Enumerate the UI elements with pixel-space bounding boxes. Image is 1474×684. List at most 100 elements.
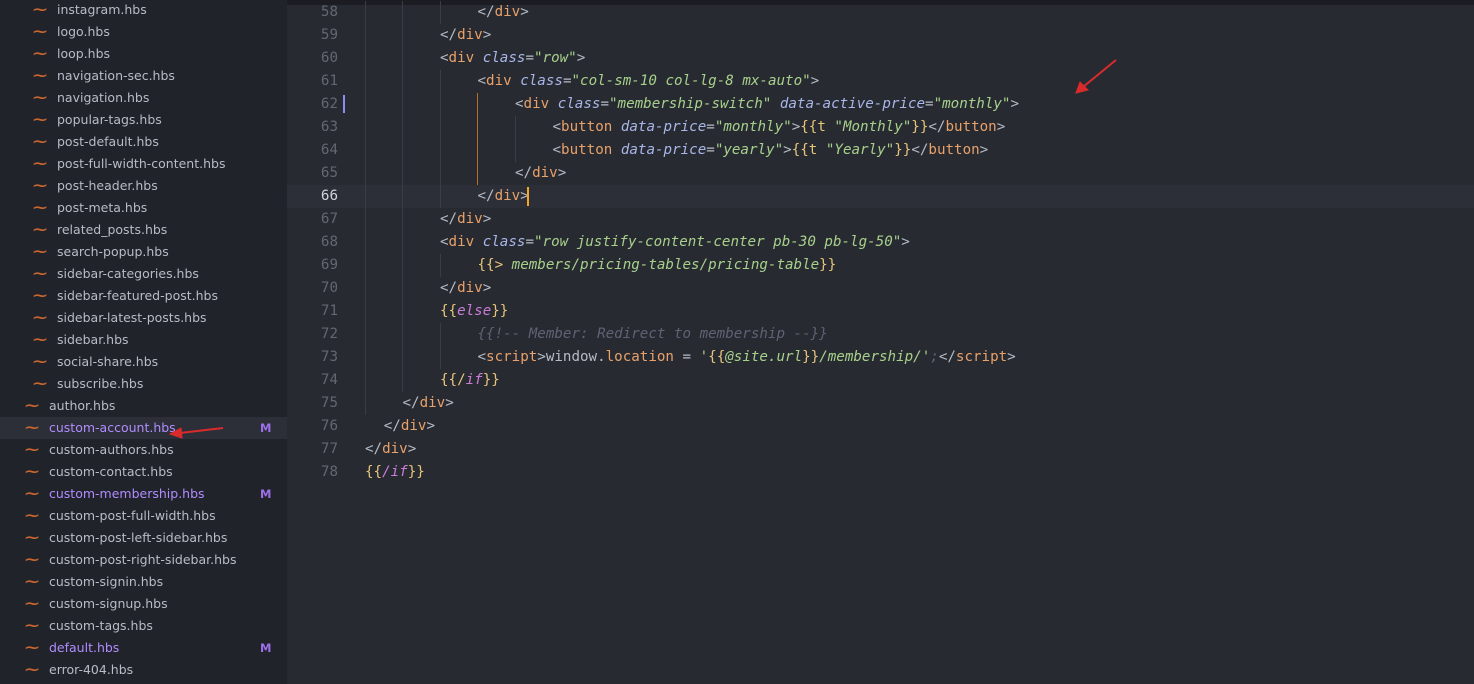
code-token: data-price [620,142,707,158]
file-name: search-popup.hbs [57,244,169,259]
code-line[interactable]: 63 <button data-price="monthly">{{t "Mont… [287,116,1474,139]
code-token: }} [491,303,509,319]
file-tree-item[interactable]: ⁓ popular-tags.hbs [0,109,287,131]
code-token: }} [819,257,837,273]
file-name: navigation-sec.hbs [57,68,175,83]
indent-guide [402,116,403,139]
code-token: /if [382,464,408,480]
file-tree-item[interactable]: ⁓ search-popup.hbs [0,241,287,263]
code-token: script [486,349,538,365]
file-name: custom-tags.hbs [49,618,153,633]
code-line[interactable]: 68 <div class="row justify-content-center… [287,231,1474,254]
file-tree-item[interactable]: ⁓ custom-tags.hbs [0,615,287,637]
code-line[interactable]: 70 </div> [287,277,1474,300]
code-line[interactable]: 61 <div class="col-sm-10 col-lg-8 mx-auto… [287,70,1474,93]
code-text: {{/if}} [440,369,500,392]
code-line[interactable]: 65 </div> [287,162,1474,185]
code-token: </ [402,395,420,411]
code-line[interactable]: 78 {{/if}} [287,461,1474,484]
code-token: }} [894,142,912,158]
file-tree-item[interactable]: ⁓ error-404.hbs [0,659,287,681]
file-tree-item[interactable]: ⁓ loop.hbs [0,43,287,65]
file-name: post-full-width-content.hbs [57,156,226,171]
file-tree-item[interactable]: ⁓ post-meta.hbs [0,197,287,219]
file-tree-item[interactable]: ⁓ sidebar.hbs [0,329,287,351]
file-tree-item[interactable]: ⁓ default.hbs M [0,637,287,659]
code-line[interactable]: 75 </div> [287,392,1474,415]
line-number: 72 [320,326,338,342]
file-tree-item[interactable]: ⁓ custom-signup.hbs [0,593,287,615]
code-token: else [457,303,492,319]
code-token: }} [802,349,820,365]
code-line[interactable]: 69 {{> members/pricing-tables/pricing-tab… [287,254,1474,277]
file-tree-item[interactable]: ⁓ custom-post-right-sidebar.hbs [0,549,287,571]
code-text: <script>window.location = '{{@site.url}}… [478,346,1016,369]
code-editor[interactable]: 58 </div> 59 </div> 60 <div class="row"> 61 <di… [287,0,1474,684]
code-line[interactable]: 76 </div> [287,415,1474,438]
file-tree-item[interactable]: ⁓ custom-contact.hbs [0,461,287,483]
code-token: div [419,395,446,411]
handlebars-file-icon: ⁓ [33,90,47,106]
code-line[interactable]: 62 <div class="membership-switch" data-ac… [287,93,1474,116]
code-line[interactable]: 66 </div> [287,185,1474,208]
code-text: </div> [365,438,416,461]
code-line[interactable]: 59 </div> [287,24,1474,47]
file-tree-item[interactable]: ⁓ sidebar-categories.hbs [0,263,287,285]
file-tree-item[interactable]: ⁓ author.hbs [0,395,287,417]
file-tree-item[interactable]: ⁓ subscribe.hbs [0,373,287,395]
code-line[interactable]: 67 </div> [287,208,1474,231]
code-token: > [482,27,492,43]
indent-guide [365,47,366,70]
file-tree-item[interactable]: ⁓ post-default.hbs [0,131,287,153]
indent-guide [440,346,441,369]
file-tree-item[interactable]: ⁓ custom-signin.hbs [0,571,287,593]
line-number: 77 [320,441,338,457]
code-token: < [477,73,487,89]
file-tree-item[interactable]: ⁓ related_posts.hbs [0,219,287,241]
file-tree-item[interactable]: ⁓ instagram.hbs [0,0,287,21]
line-number: 59 [320,27,338,43]
code-line[interactable]: 58 </div> [287,1,1474,24]
line-number: 78 [320,464,338,480]
file-tree-item[interactable]: ⁓ logo.hbs [0,21,287,43]
file-tree-item[interactable]: ⁓ custom-account.hbs M [0,417,287,439]
code-line[interactable]: 71 {{else}} [287,300,1474,323]
file-tree-item[interactable]: ⁓ post-full-width-content.hbs [0,153,287,175]
code-text: </div> [440,208,491,231]
code-token: > [426,418,436,434]
code-token: < [440,234,449,250]
indent-guide [365,139,366,162]
indent-guide [365,300,366,323]
code-line[interactable]: 72 {{!-- Member: Redirect to membership -… [287,323,1474,346]
code-token: > [791,119,801,135]
file-tree-item[interactable]: ⁓ custom-authors.hbs [0,439,287,461]
file-tree-item[interactable]: ⁓ sidebar-latest-posts.hbs [0,307,287,329]
git-modified-badge: M [260,421,272,435]
indent-guide [365,185,366,208]
file-name: custom-post-left-sidebar.hbs [49,530,228,545]
code-line[interactable]: 73 <script>window.location = '{{@site.url… [287,346,1474,369]
indent-guide [365,24,366,47]
code-token: }} [911,119,929,135]
code-line[interactable]: 74 {{/if}} [287,369,1474,392]
code-line[interactable]: 64 <button data-price="yearly">{{t "Yearl… [287,139,1474,162]
file-tree-item[interactable]: ⁓ navigation.hbs [0,87,287,109]
file-tree-item[interactable]: ⁓ custom-post-left-sidebar.hbs [0,527,287,549]
file-name: author.hbs [49,398,116,413]
code-line[interactable]: 77 </div> [287,438,1474,461]
file-tree-item[interactable]: ⁓ custom-membership.hbs M [0,483,287,505]
handlebars-file-icon: ⁓ [25,486,39,502]
code-token: "membership-switch" [608,96,772,112]
indent-guide [365,162,366,185]
indent-guide [402,300,403,323]
indent-guide [402,185,403,208]
code-line[interactable]: 60 <div class="row"> [287,47,1474,70]
file-tree-item[interactable]: ⁓ navigation-sec.hbs [0,65,287,87]
file-tree-item[interactable]: ⁓ social-share.hbs [0,351,287,373]
code-token: </ [477,4,495,20]
file-tree-item[interactable]: ⁓ sidebar-featured-post.hbs [0,285,287,307]
file-tree-item[interactable]: ⁓ custom-post-full-width.hbs [0,505,287,527]
file-tree-item[interactable]: ⁓ post-header.hbs [0,175,287,197]
